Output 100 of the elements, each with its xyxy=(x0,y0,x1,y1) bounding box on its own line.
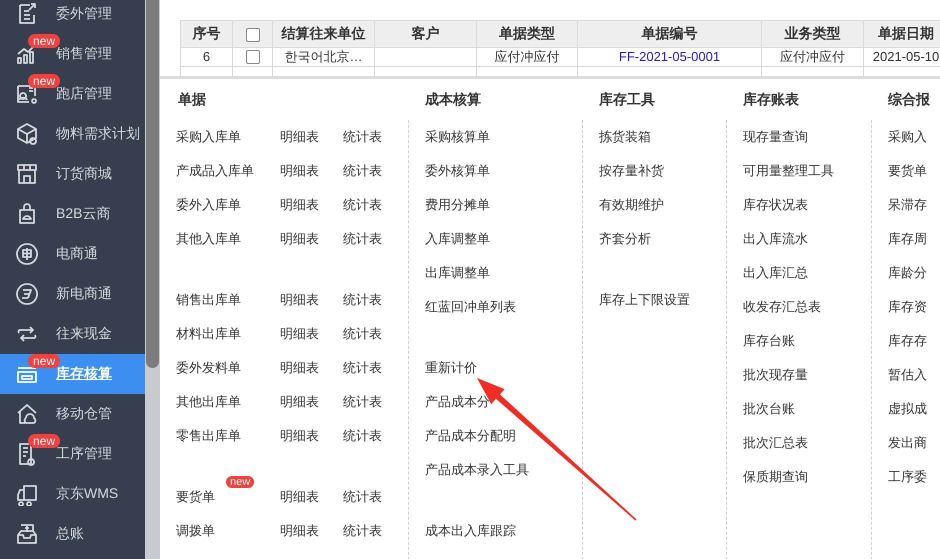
menu-link[interactable]: 出库调整单 xyxy=(425,264,490,282)
menu-link[interactable]: 采购入 xyxy=(888,128,927,146)
menu-link[interactable]: 产品成本分配明 xyxy=(425,427,516,445)
report-link[interactable]: 明细表 xyxy=(280,359,343,377)
menu-link[interactable]: 费用分摊单 xyxy=(425,196,490,214)
menu-link[interactable]: 其他出库单 xyxy=(176,393,241,411)
menu-link[interactable]: 调拨单 xyxy=(176,522,215,540)
table-cell: 한국어北京… xyxy=(284,49,362,64)
menu-link[interactable]: 销售出库单 xyxy=(176,291,241,309)
sidebar-item[interactable]: 委外管理 xyxy=(0,0,145,34)
checkbox[interactable] xyxy=(246,28,260,42)
sidebar-item[interactable]: 电商通 xyxy=(0,234,145,274)
menu-link[interactable]: 库存台账 xyxy=(743,332,795,350)
menu-link[interactable]: 产品成本录入工具 xyxy=(425,461,529,479)
menu-link[interactable]: 采购入库单 xyxy=(176,128,241,146)
menu-link[interactable]: 要货单 xyxy=(176,488,215,506)
menu-link[interactable]: 暂估入 xyxy=(888,366,927,384)
report-link[interactable]: 统计表 xyxy=(343,325,406,343)
sidebar-item[interactable]: 新电商通 xyxy=(0,274,145,314)
report-link[interactable]: 统计表 xyxy=(343,522,406,540)
menu-link[interactable]: 批次汇总表 xyxy=(743,434,808,452)
menu-link[interactable]: 出入库流水 xyxy=(743,230,808,248)
menu-link[interactable]: 呆滞存 xyxy=(888,196,927,214)
menu-link[interactable]: 产成品入库单 xyxy=(176,162,254,180)
menu-link[interactable]: 有效期维护 xyxy=(599,196,664,214)
menu-link[interactable]: 虚拟成 xyxy=(888,400,927,418)
menu-link[interactable]: 产品成本分 xyxy=(425,393,490,411)
sidebar-item[interactable]: B2B云商 xyxy=(0,194,145,234)
report-link[interactable]: 统计表 xyxy=(343,427,406,445)
menu-link[interactable]: 采购核算单 xyxy=(425,128,490,146)
menu-link[interactable]: 拣货装箱 xyxy=(599,128,651,146)
report-link[interactable]: 统计表 xyxy=(343,291,406,309)
menu-link[interactable]: 要货单 xyxy=(888,162,927,180)
menu-link[interactable]: 委外发料单 xyxy=(176,359,241,377)
menu-link[interactable]: 批次现存量 xyxy=(743,366,808,384)
report-link[interactable]: 统计表 xyxy=(343,359,406,377)
sidebar-item[interactable]: 库存核算 new xyxy=(0,354,145,394)
report-link[interactable]: 统计表 xyxy=(343,196,406,214)
menu-link[interactable]: 按存量补货 xyxy=(599,162,664,180)
sidebar-item[interactable]: 移动仓管 xyxy=(0,394,145,434)
menu-link[interactable]: 工序委 xyxy=(888,468,927,486)
menu-link[interactable]: 零售出库单 xyxy=(176,427,241,445)
menu-link[interactable]: 收发存汇总表 xyxy=(743,298,821,316)
report-link[interactable]: 统计表 xyxy=(343,230,406,248)
column-header: 单据日期 xyxy=(864,20,940,48)
sidebar-item[interactable]: 跑店管理 new xyxy=(0,74,145,114)
sidebar-item[interactable]: 订货商城 xyxy=(0,154,145,194)
sidebar-item[interactable]: 京东WMS xyxy=(0,474,145,514)
menu-link[interactable]: 发出商 xyxy=(888,434,927,452)
menu-link[interactable]: 委外入库单 xyxy=(176,196,241,214)
report-link[interactable]: 明细表 xyxy=(280,488,343,506)
column-header: 单据编号 xyxy=(578,20,762,48)
menu-link[interactable]: 重新计价 xyxy=(425,359,477,377)
table-cell: 应付冲应付 xyxy=(780,49,845,64)
sidebar-item[interactable]: 总账 xyxy=(0,514,145,554)
menu-link[interactable]: 委外核算单 xyxy=(425,162,490,180)
menu-link[interactable]: 可用量整理工具 xyxy=(743,162,834,180)
checkbox[interactable] xyxy=(246,50,260,64)
scrollbar[interactable] xyxy=(145,0,160,559)
sidebar-item[interactable]: 销售管理 new xyxy=(0,34,145,74)
menu-link[interactable]: 其他入库单 xyxy=(176,230,241,248)
menu-link[interactable]: 保质期查询 xyxy=(743,468,808,486)
column-header: 结算往来单位 xyxy=(272,20,374,48)
report-link[interactable]: 明细表 xyxy=(280,196,343,214)
report-link[interactable]: 明细表 xyxy=(280,162,343,180)
report-link[interactable]: 统计表 xyxy=(343,162,406,180)
menu-link[interactable]: 库存存 xyxy=(888,332,927,350)
scrollbar-thumb[interactable] xyxy=(146,0,159,368)
menu-link[interactable]: 库龄分 xyxy=(888,264,927,282)
menu-link[interactable]: 库存周 xyxy=(888,230,927,248)
sidebar-item[interactable]: 物料需求计划 xyxy=(0,114,145,154)
table-cell: 6 xyxy=(202,49,210,64)
store-icon xyxy=(15,162,39,186)
menu-link[interactable]: 出入库汇总 xyxy=(743,264,808,282)
menu-link[interactable]: 库存上下限设置 xyxy=(599,291,690,309)
menu-link[interactable]: 红蓝回冲单列表 xyxy=(425,298,516,316)
sidebar-item[interactable]: 工序管理 new xyxy=(0,434,145,474)
menu-link[interactable]: 材料出库单 xyxy=(176,325,241,343)
report-link[interactable]: 明细表 xyxy=(280,522,343,540)
report-link[interactable]: 明细表 xyxy=(280,325,343,343)
menu-section-title: 库存账表 xyxy=(742,90,799,108)
menu-link[interactable]: 库存资 xyxy=(888,298,927,316)
menu-link[interactable]: 齐套分析 xyxy=(599,230,651,248)
menu-section-title: 成本核算 xyxy=(424,90,481,108)
column-header: 业务类型 xyxy=(762,20,864,48)
report-link[interactable]: 明细表 xyxy=(280,393,343,411)
menu-link[interactable]: 入库调整单 xyxy=(425,230,490,248)
menu-link[interactable]: 批次台账 xyxy=(743,400,795,418)
report-link[interactable]: 统计表 xyxy=(343,128,406,146)
report-link[interactable]: 明细表 xyxy=(280,427,343,445)
menu-link[interactable]: 现存量查询 xyxy=(743,128,808,146)
report-link[interactable]: 统计表 xyxy=(343,488,406,506)
report-link[interactable]: 明细表 xyxy=(280,291,343,309)
report-link[interactable]: 明细表 xyxy=(280,128,343,146)
sidebar-item[interactable]: 往来现金 xyxy=(0,314,145,354)
menu-link[interactable]: 库存状况表 xyxy=(743,196,808,214)
new-badge: new xyxy=(28,34,60,48)
report-link[interactable]: 统计表 xyxy=(343,393,406,411)
menu-link[interactable]: 成本出入库跟踪 xyxy=(425,522,516,540)
report-link[interactable]: 明细表 xyxy=(280,230,343,248)
